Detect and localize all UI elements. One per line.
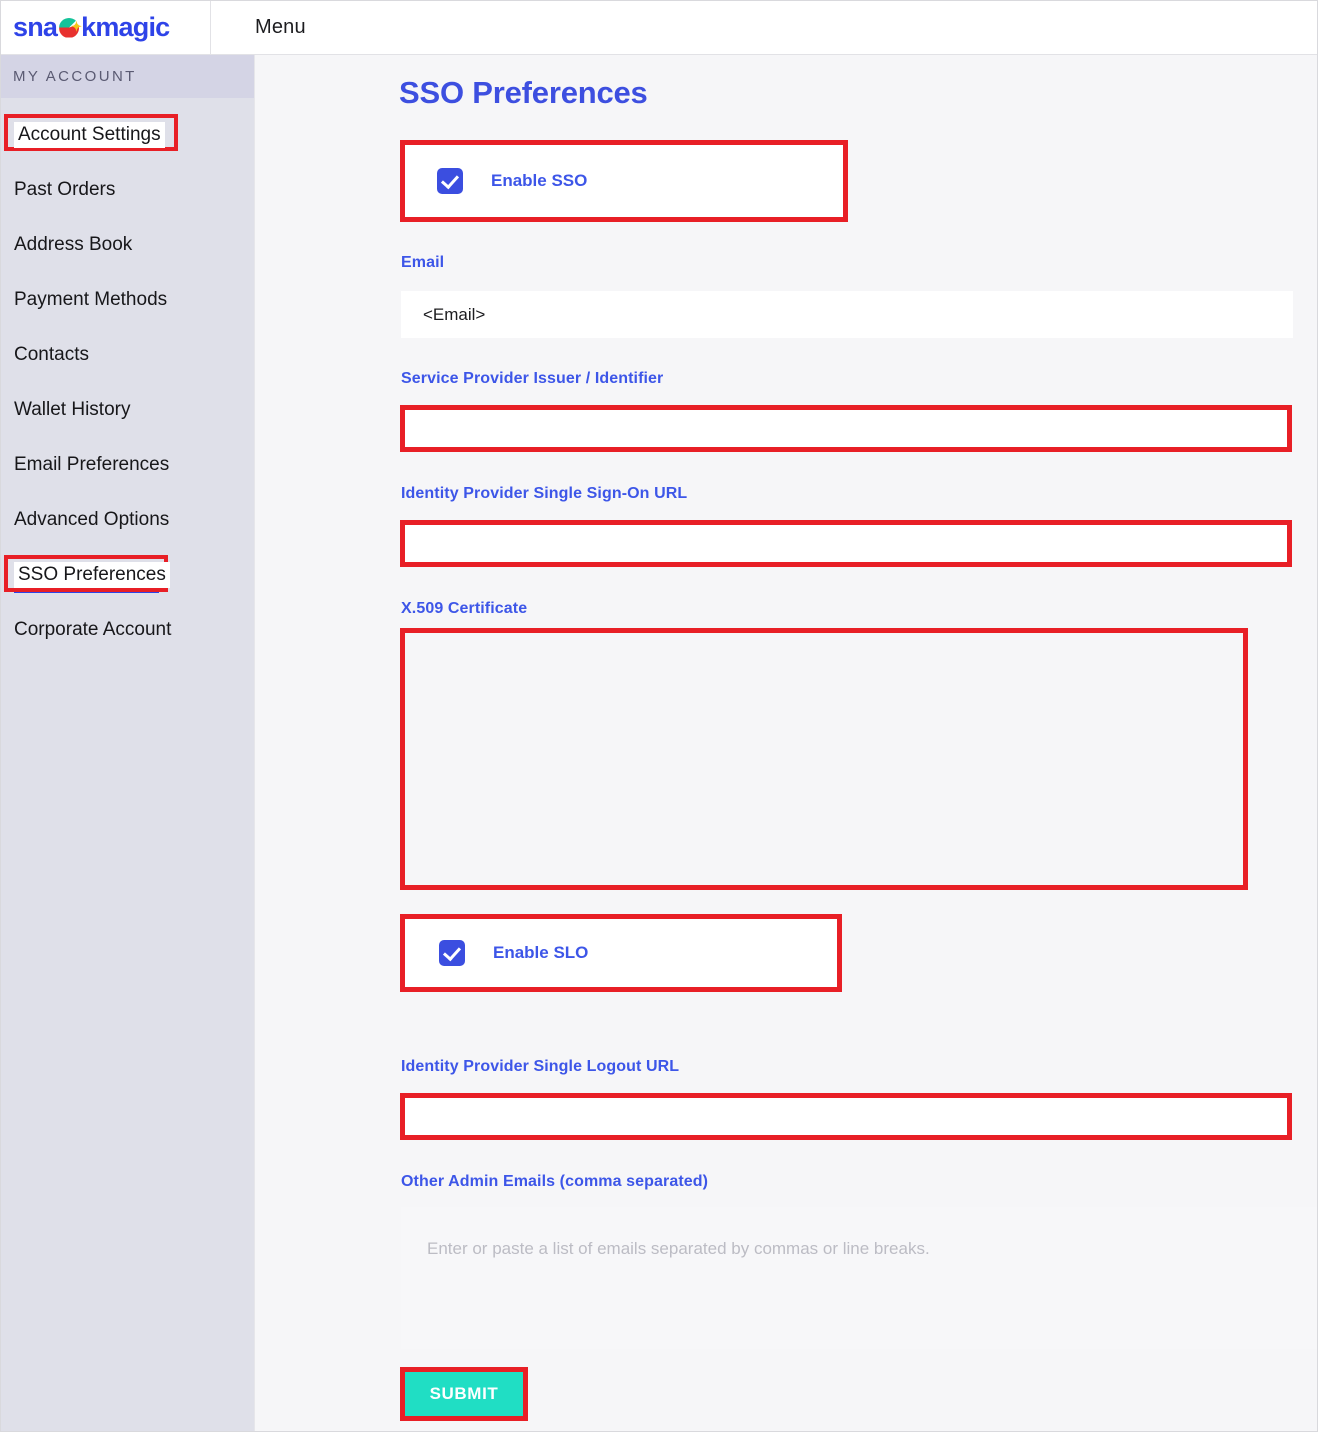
sidebar-item-label: Email Preferences	[14, 453, 170, 475]
enable-slo-checkbox[interactable]	[439, 940, 465, 966]
menu-button[interactable]: Menu	[211, 16, 306, 39]
snack-pacman-icon: ✦	[58, 17, 82, 39]
sidebar-item-label: Account Settings	[14, 121, 165, 148]
sidebar-nav: Account Settings Past Orders Address Boo…	[1, 98, 254, 657]
logo-wordmark: sna ✦ kmagic	[13, 12, 170, 42]
email-field-label: Email	[401, 254, 445, 271]
x509-certificate-textarea[interactable]	[405, 633, 1243, 885]
sidebar-item-address-book[interactable]: Address Book	[1, 217, 254, 272]
enable-sso-card[interactable]: Enable SSO	[403, 144, 843, 218]
sidebar-item-account-settings[interactable]: Account Settings	[1, 107, 254, 162]
sidebar-item-advanced-options[interactable]: Advanced Options	[1, 492, 254, 547]
sidebar-item-label: Corporate Account	[14, 618, 172, 640]
x509-field-label: X.509 Certificate	[401, 600, 528, 617]
other-admin-emails-container	[401, 1207, 1317, 1349]
sidebar-item-wallet-history[interactable]: Wallet History	[1, 382, 254, 437]
brand-logo[interactable]: sna ✦ kmagic	[1, 1, 211, 54]
enable-sso-checkbox[interactable]	[437, 168, 463, 194]
main-content: SSO Preferences Enable SSO Email Service…	[254, 55, 1317, 1431]
sidebar-item-payment-methods[interactable]: Payment Methods	[1, 272, 254, 327]
top-navigation-bar: sna ✦ kmagic Menu	[1, 1, 1317, 55]
idp-sso-url-field-label: Identity Provider Single Sign-On URL	[401, 485, 688, 502]
submit-button[interactable]: SUBMIT	[405, 1372, 523, 1416]
sidebar-item-sso-preferences[interactable]: SSO Preferences	[1, 547, 254, 602]
idp-sso-url-input[interactable]	[405, 525, 1287, 562]
other-admin-emails-field-label: Other Admin Emails (comma separated)	[401, 1173, 709, 1190]
sidebar-item-label: SSO Preferences	[14, 561, 170, 588]
sidebar-item-label: Payment Methods	[14, 288, 168, 310]
sidebar-item-contacts[interactable]: Contacts	[1, 327, 254, 382]
sidebar-item-past-orders[interactable]: Past Orders	[1, 162, 254, 217]
enable-slo-card[interactable]: Enable SLO	[405, 919, 837, 987]
sidebar-item-label: Past Orders	[14, 178, 116, 200]
sidebar-item-label: Wallet History	[14, 398, 131, 420]
sidebar-section-title: MY ACCOUNT	[1, 55, 254, 98]
sidebar-item-corporate-account[interactable]: Corporate Account	[1, 602, 254, 657]
sidebar-item-label: Advanced Options	[14, 508, 170, 530]
sidebar-item-email-preferences[interactable]: Email Preferences	[1, 437, 254, 492]
sidebar: MY ACCOUNT Account Settings Past Orders …	[1, 55, 254, 1431]
enable-sso-label: Enable SSO	[491, 171, 588, 190]
app-window: sna ✦ kmagic Menu MY ACCOUNT Account Setti…	[0, 0, 1318, 1432]
sp-issuer-field-label: Service Provider Issuer / Identifier	[401, 370, 664, 387]
page-title: SSO Preferences	[399, 75, 648, 110]
other-admin-emails-textarea[interactable]	[401, 1207, 1317, 1349]
sidebar-item-label: Address Book	[14, 233, 133, 255]
idp-slo-url-input[interactable]	[405, 1098, 1287, 1135]
idp-slo-url-field-label: Identity Provider Single Logout URL	[401, 1058, 680, 1075]
enable-slo-label: Enable SLO	[493, 943, 589, 962]
sp-issuer-input[interactable]	[405, 410, 1287, 447]
logo-text-prefix: sna	[13, 12, 58, 42]
email-input[interactable]	[401, 291, 1293, 338]
logo-text-suffix: kmagic	[81, 12, 170, 42]
sidebar-item-label: Contacts	[14, 343, 89, 365]
